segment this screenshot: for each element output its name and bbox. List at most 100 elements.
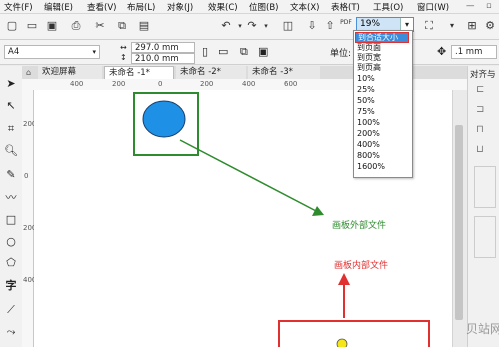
redo-dropdown-icon[interactable]: ▾ — [258, 18, 274, 34]
tab-untitled-3[interactable]: 未命名 -3* — [248, 66, 320, 79]
menu-window[interactable]: 窗口(W) — [417, 1, 449, 13]
vertical-ruler[interactable]: 200 0 200 400 — [22, 90, 36, 347]
menu-object[interactable]: 对象(J) — [167, 1, 193, 13]
menu-bar: 文件(F) 编辑(E) 查看(V) 布局(L) 对象(J) 效果(C) 位图(B… — [0, 0, 499, 14]
snap-to-icon[interactable]: ⊞ — [464, 18, 480, 34]
export-icon[interactable]: ⇧ — [322, 18, 338, 34]
parallel-dimension-icon[interactable]: ⟋ — [3, 302, 19, 318]
standard-toolbar: ▢ ▭ ▣ ⎙ ✂ ⧉ ▤ ↶ ▾ ↷ ▾ ◫ ⇩ ⇧ PDF 19% ▾ ⛶ … — [0, 14, 499, 40]
page-size-value: A4 — [8, 47, 20, 57]
zoom-option-100[interactable]: 100% — [357, 118, 380, 127]
current-page-icon[interactable]: ▣ — [258, 45, 268, 58]
save-icon[interactable]: ▣ — [44, 18, 60, 34]
zoom-option-page-height[interactable]: 到页高 — [357, 63, 381, 72]
print-icon[interactable]: ⎙ — [68, 18, 84, 34]
page-height-value: 210.0 mm — [135, 54, 179, 64]
artistic-media-icon[interactable]: 〰 — [3, 190, 19, 206]
rectangle-tool-icon[interactable]: □ — [3, 212, 19, 228]
tab-untitled-2[interactable]: 未命名 -2* — [176, 66, 246, 79]
align-center-icon[interactable]: ⊐ — [476, 104, 484, 115]
page-size-select[interactable]: A4 ▾ — [4, 45, 100, 59]
menu-layout[interactable]: 布局(L) — [127, 1, 155, 13]
zoom-option-10[interactable]: 10% — [357, 74, 375, 83]
window-restore-icon[interactable]: ▫ — [486, 1, 492, 11]
yellow-circle[interactable] — [336, 338, 348, 347]
tab-label: 欢迎屏幕 — [42, 67, 77, 77]
import-icon[interactable]: ⇩ — [304, 18, 320, 34]
zoom-option-800[interactable]: 800% — [357, 151, 380, 160]
zoom-tool-icon[interactable]: 🔍︎ — [3, 143, 19, 159]
zoom-option-page[interactable]: 到页面 — [357, 43, 381, 52]
search-content-icon[interactable]: ◫ — [280, 18, 296, 34]
polygon-tool-icon[interactable]: ⬠ — [3, 255, 19, 271]
page-width-value: 297.0 mm — [135, 43, 179, 53]
tab-label: 未命名 -3* — [252, 67, 293, 77]
tab-untitled-1[interactable]: 未命名 -1* — [104, 66, 174, 79]
menu-edit[interactable]: 编辑(E) — [44, 1, 73, 13]
ruler-tick-label: 0 — [24, 172, 29, 180]
ellipse-tool-icon[interactable]: ○ — [3, 234, 19, 250]
docker-panel-box — [474, 166, 496, 208]
nudge-distance-field[interactable]: .1 mm — [451, 45, 497, 59]
blue-ellipse[interactable] — [142, 100, 186, 138]
connector-tool-icon[interactable]: ⤳ — [3, 324, 19, 340]
shape-tool-icon[interactable]: ↖ — [3, 98, 19, 114]
property-bar: A4 ▾ ↔ ↕ 297.0 mm 210.0 mm ▯ ▭ ⧉ ▣ 单位: ✥… — [0, 40, 499, 65]
menu-tools[interactable]: 工具(O) — [373, 1, 403, 13]
menu-bitmap[interactable]: 位图(B) — [249, 1, 278, 13]
zoom-option-200[interactable]: 200% — [357, 129, 380, 138]
zoom-level-dropdown: 到合适大小 到页面 到页宽 到页高 10% 25% 50% 75% 100% 2… — [353, 30, 413, 178]
tab-label: 未命名 -2* — [180, 67, 221, 77]
freehand-tool-icon[interactable]: ✎ — [3, 167, 19, 183]
inside-artboard-frame[interactable] — [278, 320, 430, 347]
annotation-inside-artboard: 画板内部文件 — [334, 261, 389, 271]
portrait-icon[interactable]: ▯ — [202, 45, 208, 58]
zoom-option-page-width[interactable]: 到页宽 — [357, 53, 381, 62]
open-folder-icon[interactable]: ▭ — [24, 18, 40, 34]
zoom-option-25[interactable]: 25% — [357, 85, 375, 94]
landscape-icon[interactable]: ▭ — [218, 45, 228, 58]
scrollbar-thumb[interactable] — [455, 125, 463, 320]
zoom-option-fit[interactable]: 到合适大小 — [355, 32, 409, 43]
zoom-option-1600[interactable]: 1600% — [357, 162, 385, 171]
docker-panel-box — [474, 216, 496, 258]
zoom-option-400[interactable]: 400% — [357, 140, 380, 149]
docker-title: 对齐与 — [470, 70, 496, 80]
ruler-tick-label: 600 — [284, 80, 298, 88]
cut-icon[interactable]: ✂ — [92, 18, 108, 34]
pdf-export-icon[interactable]: PDF — [338, 18, 354, 34]
zoom-option-50[interactable]: 50% — [357, 96, 375, 105]
text-tool-icon[interactable]: 字 — [3, 278, 19, 294]
zoom-level-value: 19% — [360, 19, 381, 29]
width-arrows-icon: ↔ — [120, 43, 127, 52]
copy-icon[interactable]: ⧉ — [114, 18, 130, 34]
ruler-tick-label: 200 — [112, 80, 126, 88]
pick-tool-icon[interactable]: ➤ — [3, 76, 19, 92]
red-arrow-head — [338, 273, 350, 285]
menu-table[interactable]: 表格(T) — [331, 1, 360, 13]
ruler-tick-label: 200 — [200, 80, 214, 88]
crop-tool-icon[interactable]: ⌗ — [3, 121, 19, 137]
new-document-icon[interactable]: ▢ — [4, 18, 20, 34]
all-pages-icon[interactable]: ⧉ — [240, 45, 248, 59]
toolbar-chevron-icon[interactable]: ▾ — [444, 18, 460, 34]
options-gear-icon[interactable]: ⚙ — [482, 18, 498, 34]
tab-label: 未命名 -1* — [109, 68, 150, 78]
ruler-tick-label: 400 — [242, 80, 256, 88]
align-top-icon[interactable]: ⊔ — [476, 144, 484, 155]
menu-effects[interactable]: 效果(C) — [208, 1, 238, 13]
menu-text[interactable]: 文本(X) — [290, 1, 319, 13]
align-left-icon[interactable]: ⊏ — [476, 84, 484, 95]
height-arrows-icon: ↕ — [120, 53, 127, 62]
home-icon[interactable]: ⌂ — [26, 68, 31, 77]
full-screen-icon[interactable]: ⛶ — [421, 18, 437, 34]
tab-welcome[interactable]: 欢迎屏幕 — [38, 66, 102, 79]
page-height-field[interactable]: 210.0 mm — [131, 53, 195, 64]
align-right-icon[interactable]: ⊓ — [476, 124, 484, 135]
window-minimize-icon[interactable]: — — [466, 1, 475, 11]
menu-view[interactable]: 查看(V) — [87, 1, 116, 13]
paste-icon[interactable]: ▤ — [136, 18, 152, 34]
page-width-field[interactable]: 297.0 mm — [131, 42, 195, 53]
menu-file[interactable]: 文件(F) — [4, 1, 33, 13]
zoom-option-75[interactable]: 75% — [357, 107, 375, 116]
